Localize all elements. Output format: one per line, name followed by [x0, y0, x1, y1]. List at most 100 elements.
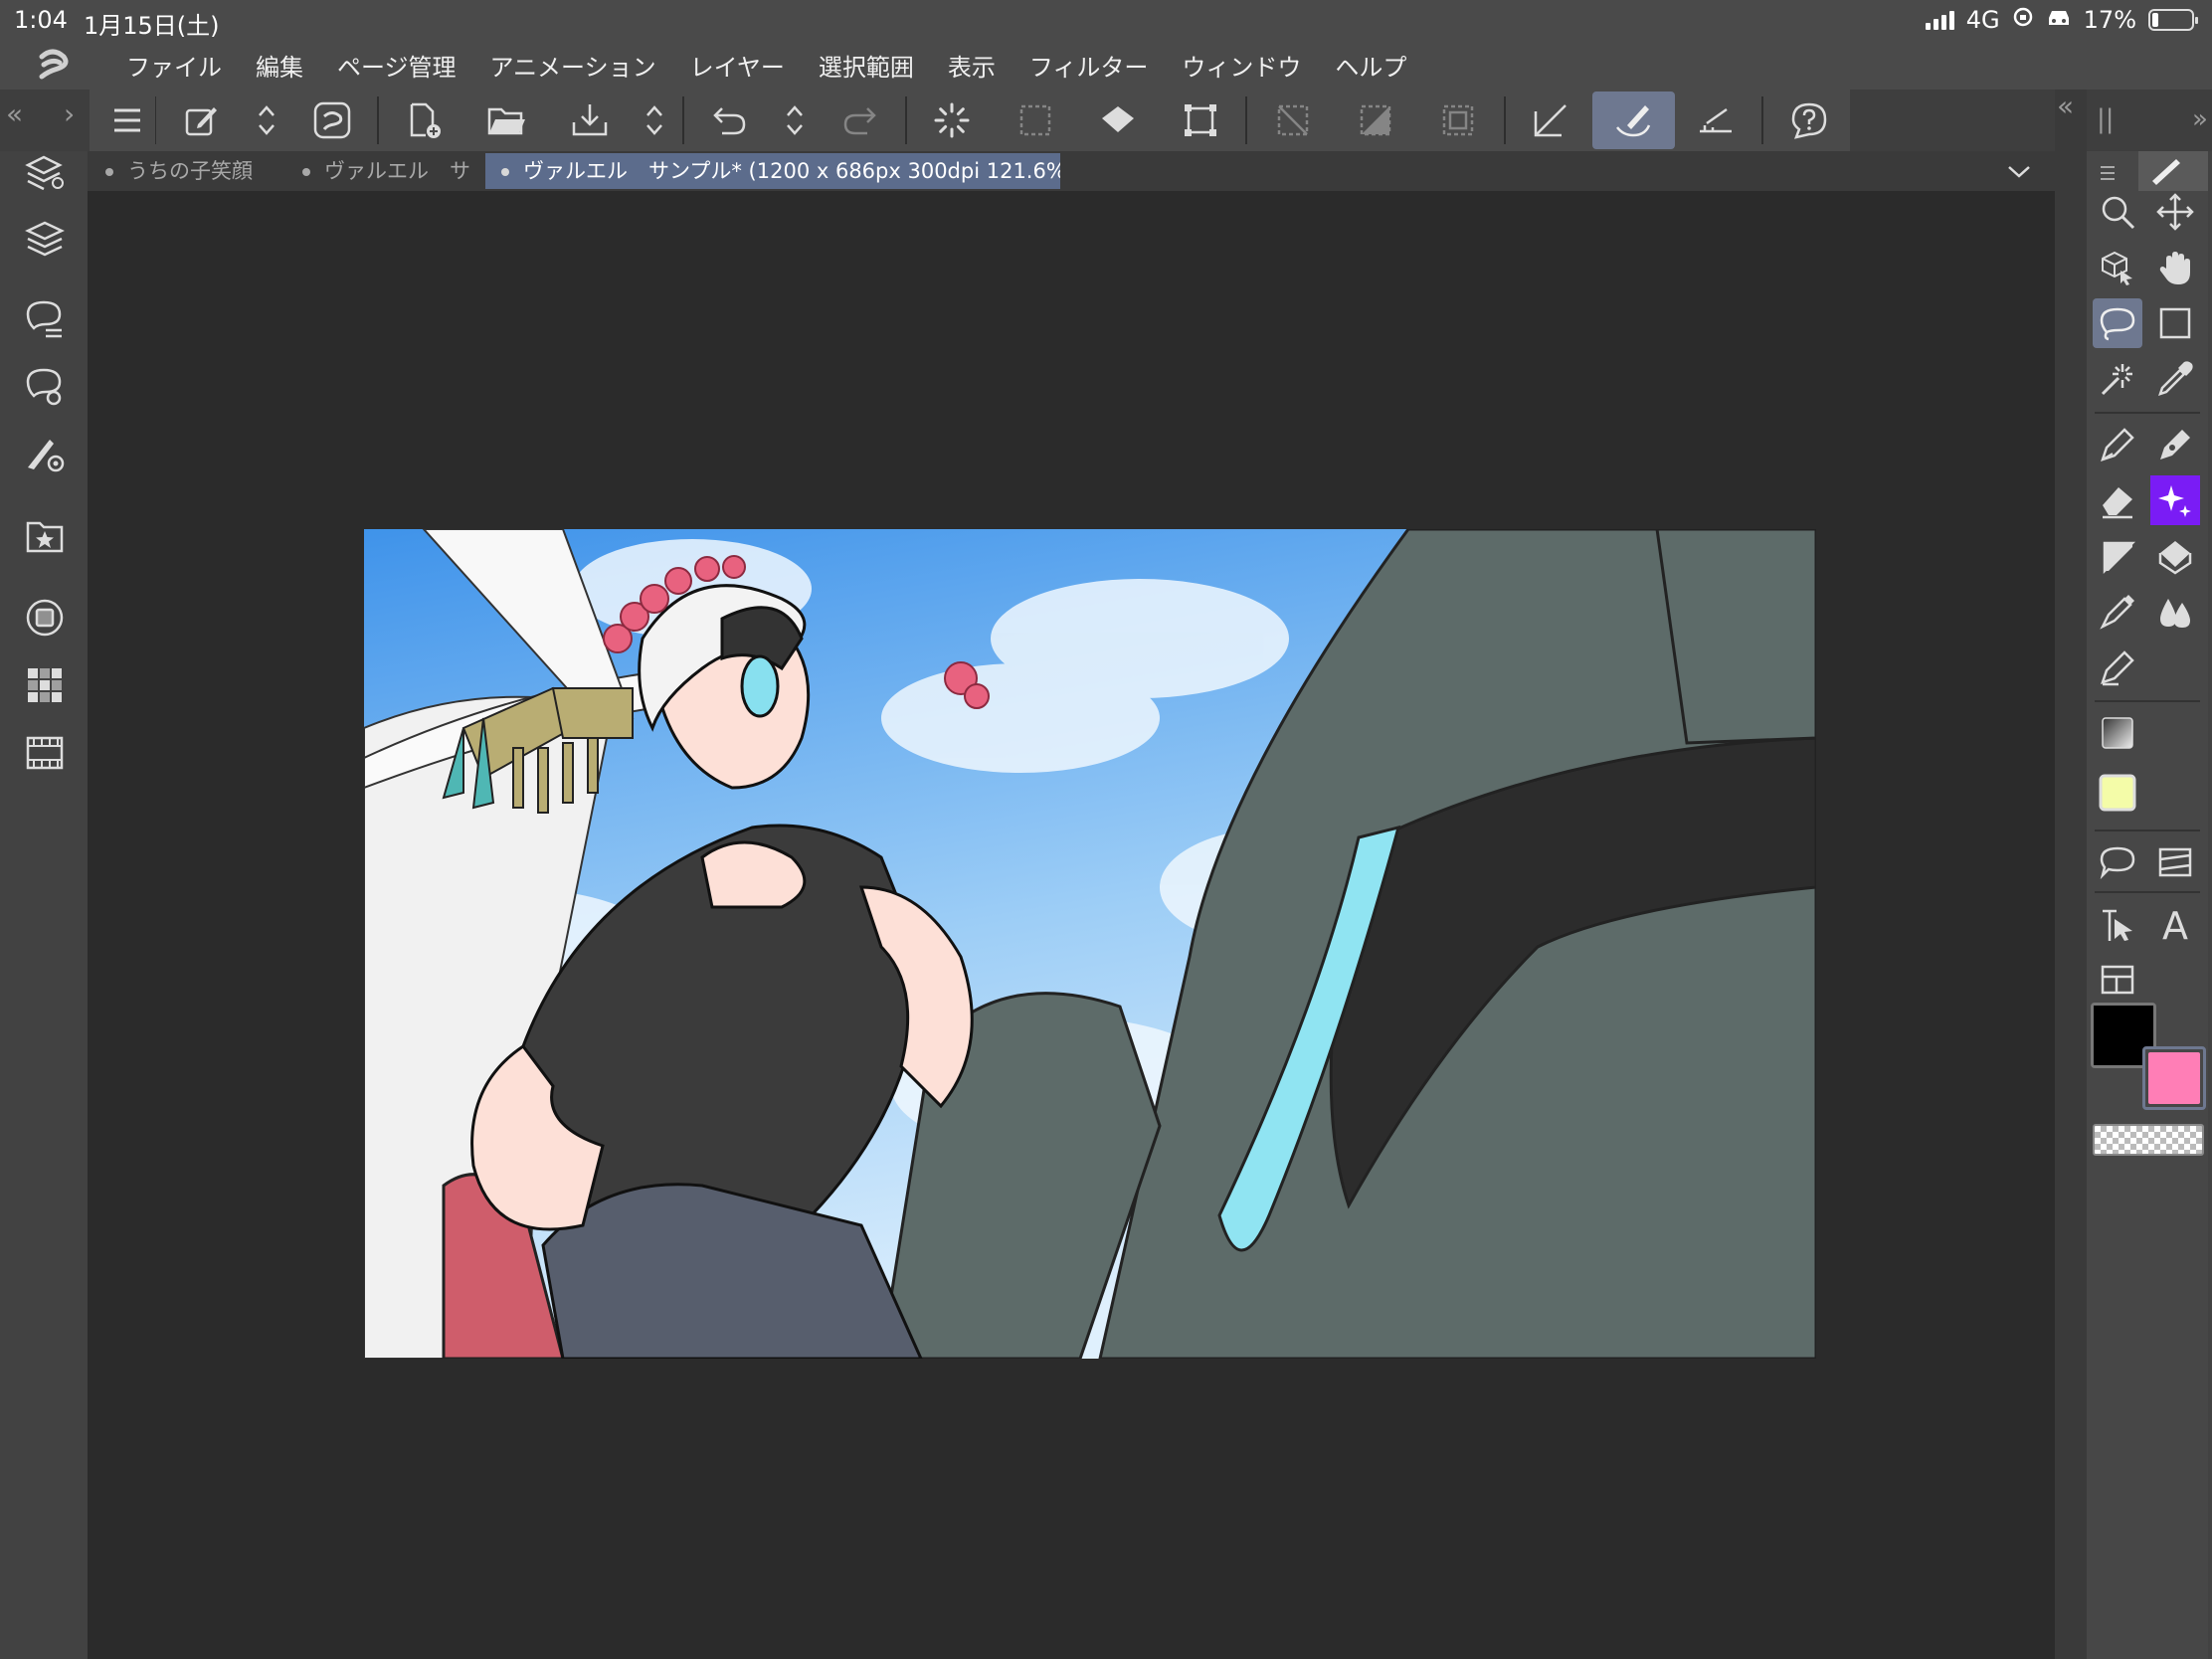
chevron-down-icon[interactable]	[2005, 157, 2033, 189]
rotation-lock-icon	[2012, 6, 2034, 34]
frame-border-icon[interactable]	[2150, 837, 2200, 887]
loading-icon[interactable]	[911, 92, 994, 149]
menu-edit[interactable]: 編集	[239, 48, 320, 83]
divider	[2095, 891, 2200, 893]
border-icon[interactable]	[1417, 92, 1500, 149]
rectangle-select-icon[interactable]	[2150, 298, 2200, 348]
magic-wand-icon[interactable]	[2093, 354, 2142, 404]
tab-document-1[interactable]: うちの子笑顔	[90, 153, 280, 189]
deselect-icon[interactable]	[1251, 92, 1334, 149]
tab-dot-icon	[302, 168, 310, 176]
chevron-updown-icon[interactable]	[244, 92, 291, 149]
expand-right-icon[interactable]: ›	[64, 97, 75, 130]
divider	[1761, 96, 1764, 144]
menu-file[interactable]: ファイル	[109, 48, 239, 83]
menu-page[interactable]: ページ管理	[320, 48, 473, 83]
divider	[2095, 700, 2200, 702]
divider	[377, 96, 380, 144]
panel-layout-icon[interactable]	[2093, 955, 2142, 1005]
export-icon[interactable]	[548, 92, 631, 149]
sparkle-icon[interactable]	[2150, 475, 2200, 525]
tab-dot-icon	[105, 168, 113, 176]
navigator-icon[interactable]	[24, 597, 66, 639]
brush-size-icon[interactable]	[24, 434, 66, 475]
speech-balloon-icon[interactable]	[2093, 837, 2142, 887]
right-collapse-strip: «	[2055, 90, 2087, 1659]
edit-icon[interactable]	[160, 92, 243, 149]
blend-icon[interactable]	[2093, 587, 2142, 637]
new-file-icon[interactable]	[383, 92, 465, 149]
illustration	[364, 529, 1816, 1359]
menu-animation[interactable]: アニメーション	[473, 48, 673, 83]
menu-filter[interactable]: フィルター	[1013, 48, 1166, 83]
material-icon[interactable]	[24, 515, 66, 557]
divider	[1245, 96, 1248, 144]
menu-selection[interactable]: 選択範囲	[802, 48, 931, 83]
lasso-icon[interactable]	[2093, 298, 2142, 348]
timeline-icon[interactable]	[24, 732, 66, 774]
tool-property-icon[interactable]	[24, 366, 66, 408]
chevron-updown-icon[interactable]	[632, 92, 679, 149]
status-indicators: 4G 17%	[1925, 6, 2198, 34]
tab-document-2[interactable]: ヴァルエル サ	[286, 153, 473, 189]
menu-window[interactable]: ウィンドウ	[1165, 48, 1318, 83]
transform-icon[interactable]	[1159, 92, 1241, 149]
operation-icon[interactable]	[2093, 899, 2142, 949]
figure-icon[interactable]	[2093, 531, 2142, 581]
divider	[682, 96, 685, 144]
transparent-swatch[interactable]	[2093, 1124, 2204, 1156]
clip-studio-logo-icon[interactable]	[0, 40, 109, 90]
decoration-icon[interactable]	[2093, 643, 2142, 692]
ruler-icon[interactable]	[1510, 92, 1592, 149]
gradient-icon[interactable]	[2093, 708, 2142, 758]
chevron-updown-icon[interactable]	[771, 92, 819, 149]
droplet-icon[interactable]	[2150, 587, 2200, 637]
redo-icon[interactable]	[819, 92, 901, 149]
menu-help[interactable]: ヘルプ	[1318, 48, 1423, 83]
menu-layer[interactable]: レイヤー	[673, 48, 802, 83]
collapse-left-icon[interactable]: «	[6, 97, 23, 130]
hand-icon[interactable]	[2150, 243, 2200, 292]
help-icon[interactable]	[1767, 92, 1850, 149]
status-date: 1月15日(土)	[84, 12, 220, 40]
text-icon[interactable]: A	[2150, 899, 2200, 949]
pen-icon[interactable]	[2093, 420, 2142, 469]
select-icon[interactable]	[994, 92, 1076, 149]
battery-percent: 17%	[2083, 6, 2136, 34]
pencil-tool-icon[interactable]	[2150, 420, 2200, 469]
canvas-area[interactable]	[88, 191, 2055, 1659]
color-swatch-icon[interactable]	[2093, 768, 2142, 818]
svg-text:A: A	[2162, 905, 2188, 943]
undo-icon[interactable]	[688, 92, 771, 149]
sub-color-swatch[interactable]	[2142, 1046, 2206, 1110]
zoom-icon[interactable]	[2093, 187, 2142, 237]
menu-bar: ファイル 編集 ページ管理 アニメーション レイヤー 選択範囲 表示 フィルター…	[0, 40, 2212, 90]
signal-icon	[1925, 10, 1954, 30]
fill-icon[interactable]	[1076, 92, 1159, 149]
open-folder-icon[interactable]	[465, 92, 548, 149]
sub-tool-icon[interactable]	[24, 298, 66, 340]
eraser-icon[interactable]	[2093, 475, 2142, 525]
menu-icon[interactable]	[103, 92, 151, 149]
clip-studio-icon[interactable]	[290, 92, 373, 149]
brush-icon[interactable]	[1591, 92, 1675, 149]
tab-document-3[interactable]: ヴァルエル サンプル* (1200 x 686px 300dpi 121.6%)	[485, 153, 1060, 189]
move-icon[interactable]	[2150, 187, 2200, 237]
object-select-icon[interactable]	[2093, 243, 2142, 292]
fill-bucket-icon[interactable]	[2150, 531, 2200, 581]
layers-icon[interactable]	[24, 217, 66, 259]
tool-panel-inner: ||» A	[2087, 104, 2208, 1659]
snap-icon[interactable]	[1675, 92, 1757, 149]
layer-property-icon[interactable]	[24, 151, 66, 193]
pencil-icon[interactable]	[2138, 151, 2208, 191]
divider	[2095, 412, 2200, 414]
menu-view[interactable]: 表示	[931, 48, 1013, 83]
invert-icon[interactable]	[1334, 92, 1416, 149]
eyedropper-icon[interactable]	[2150, 354, 2200, 404]
tab-dot-icon	[501, 168, 509, 176]
artwork-canvas[interactable]	[364, 529, 1816, 1359]
document-tabs: うちの子笑顔 ヴァルエル サ ヴァルエル サンプル* (1200 x 686px…	[88, 151, 2055, 191]
collapse-panel-icon[interactable]: «	[2057, 90, 2074, 122]
panel-menu-icon[interactable]	[2099, 165, 2117, 185]
color-set-icon[interactable]	[24, 664, 66, 706]
